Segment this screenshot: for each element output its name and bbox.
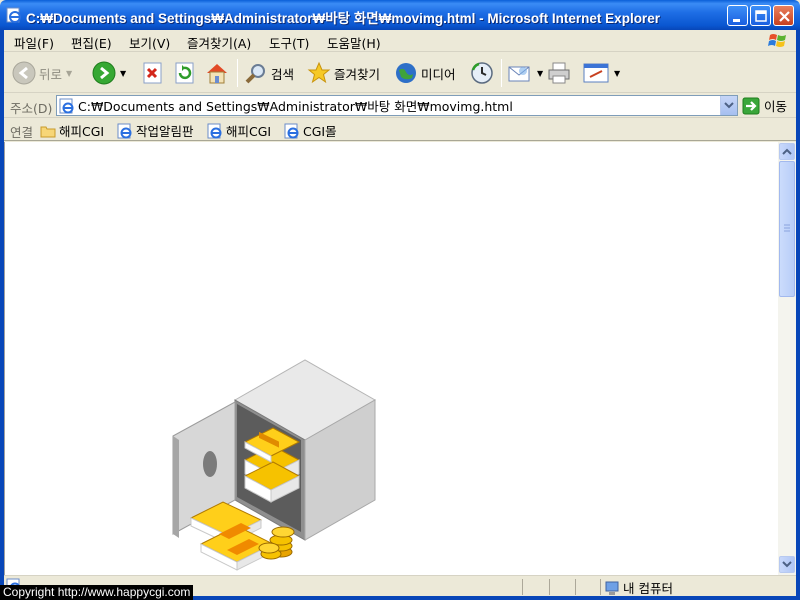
page-content (4, 142, 778, 575)
media-globe-icon (396, 63, 416, 83)
media-label: 미디어 (421, 66, 456, 82)
refresh-icon (175, 62, 194, 84)
security-zone: 내 컴퓨터 (604, 578, 673, 597)
history-button[interactable] (470, 59, 494, 87)
link-label: 해피CGI (59, 124, 105, 139)
chevron-down-icon (724, 102, 734, 109)
menu-edit[interactable]: 편집(E) (71, 33, 112, 52)
my-computer-icon (605, 581, 619, 595)
refresh-button[interactable] (174, 59, 196, 87)
minimize-button[interactable] (727, 5, 748, 26)
folder-icon (40, 126, 56, 137)
ie-page-icon (284, 123, 299, 138)
menu-view[interactable]: 보기(V) (129, 33, 170, 52)
search-button[interactable]: 검색 (244, 59, 294, 87)
edit-page-icon (583, 63, 609, 83)
home-button[interactable] (204, 59, 230, 87)
menu-help[interactable]: 도움말(H) (327, 33, 381, 52)
ie-page-icon (59, 98, 74, 114)
address-field[interactable] (56, 95, 738, 116)
print-button[interactable] (546, 59, 572, 87)
link-item[interactable]: 작업알림판 (117, 121, 194, 140)
menu-tools[interactable]: 도구(T) (269, 33, 309, 52)
maximize-icon (755, 10, 767, 22)
link-item[interactable]: 해피CGI (207, 121, 271, 140)
back-button[interactable]: 뒤로 ▼ (12, 59, 72, 87)
status-divider (549, 579, 550, 595)
back-dropdown-icon[interactable]: ▼ (66, 69, 72, 78)
edit-button[interactable]: ▼ (582, 59, 620, 87)
go-button[interactable]: 이동 (742, 96, 787, 115)
ie-page-icon (207, 123, 222, 138)
chevron-up-icon (782, 148, 792, 155)
home-icon (207, 64, 227, 84)
grip-icon (784, 224, 790, 232)
ie-icon[interactable] (6, 7, 22, 23)
link-label: CGI몰 (303, 124, 337, 139)
chevron-down-icon (782, 561, 792, 568)
zone-label: 내 컴퓨터 (623, 581, 673, 596)
forward-button[interactable]: ▼ (92, 59, 126, 87)
address-bar: 주소(D) 이동 (4, 94, 796, 118)
search-label: 검색 (271, 66, 295, 82)
copyright-overlay: Copyright http://www.happycgi.com (0, 585, 194, 600)
stop-icon (143, 62, 162, 84)
go-arrow-icon (742, 97, 760, 114)
standard-toolbar: 뒤로 ▼ ▼ 검색 즐겨찾기 미디어 ▼ ▼ (4, 53, 796, 93)
edit-dropdown-icon[interactable]: ▼ (614, 69, 620, 78)
forward-arrow-icon (92, 61, 116, 85)
safe-with-money-icon (172, 359, 377, 571)
ie-page-icon (117, 123, 132, 138)
favorites-button[interactable]: 즐겨찾기 (307, 59, 380, 87)
history-icon (471, 62, 493, 84)
links-label: 연결 (10, 125, 34, 140)
go-label: 이동 (764, 99, 788, 114)
star-icon (307, 61, 331, 84)
link-item[interactable]: 해피CGI (40, 121, 104, 140)
status-divider (600, 579, 601, 595)
back-label: 뒤로 (39, 66, 63, 82)
menu-favorites[interactable]: 즐겨찾기(A) (187, 33, 251, 52)
toolbar-separator (501, 59, 502, 87)
scroll-down-button[interactable] (779, 556, 795, 573)
scroll-up-button[interactable] (779, 143, 795, 160)
window-title: C:₩Documents and Settings₩Administrator₩… (26, 11, 660, 26)
minimize-icon (733, 19, 740, 22)
close-icon (779, 11, 790, 22)
vertical-scrollbar[interactable] (778, 142, 796, 575)
mail-button[interactable]: ▼ (507, 59, 543, 87)
address-input[interactable] (78, 97, 708, 114)
mail-dropdown-icon[interactable]: ▼ (537, 69, 543, 78)
forward-dropdown-icon[interactable]: ▼ (120, 69, 126, 78)
maximize-button[interactable] (750, 5, 771, 26)
link-label: 해피CGI (226, 124, 272, 139)
links-bar: 연결 해피CGI 작업알림판 해피CGI CGI몰 (4, 119, 796, 141)
favorites-label: 즐겨찾기 (334, 66, 381, 82)
window-frame-right (796, 30, 800, 600)
back-arrow-icon (12, 61, 36, 85)
stop-button[interactable] (142, 59, 164, 87)
printer-icon (548, 62, 570, 84)
search-icon (245, 64, 265, 84)
address-label: 주소(D) (10, 101, 53, 116)
link-item[interactable]: CGI몰 (284, 121, 337, 140)
status-divider (522, 579, 523, 595)
media-button[interactable]: 미디어 (394, 59, 456, 87)
address-dropdown-button[interactable] (720, 96, 737, 115)
link-label: 작업알림판 (136, 124, 194, 139)
menu-file[interactable]: 파일(F) (14, 33, 54, 52)
windows-logo-icon (768, 34, 786, 47)
status-divider (575, 579, 576, 595)
scroll-thumb[interactable] (779, 161, 795, 297)
title-bar[interactable]: C:₩Documents and Settings₩Administrator₩… (0, 0, 800, 30)
mail-icon (508, 66, 530, 82)
toolbar-separator (237, 59, 238, 87)
menu-bar: 파일(F) 편집(E) 보기(V) 즐겨찾기(A) 도구(T) 도움말(H) (4, 30, 796, 52)
close-button[interactable] (773, 5, 794, 26)
